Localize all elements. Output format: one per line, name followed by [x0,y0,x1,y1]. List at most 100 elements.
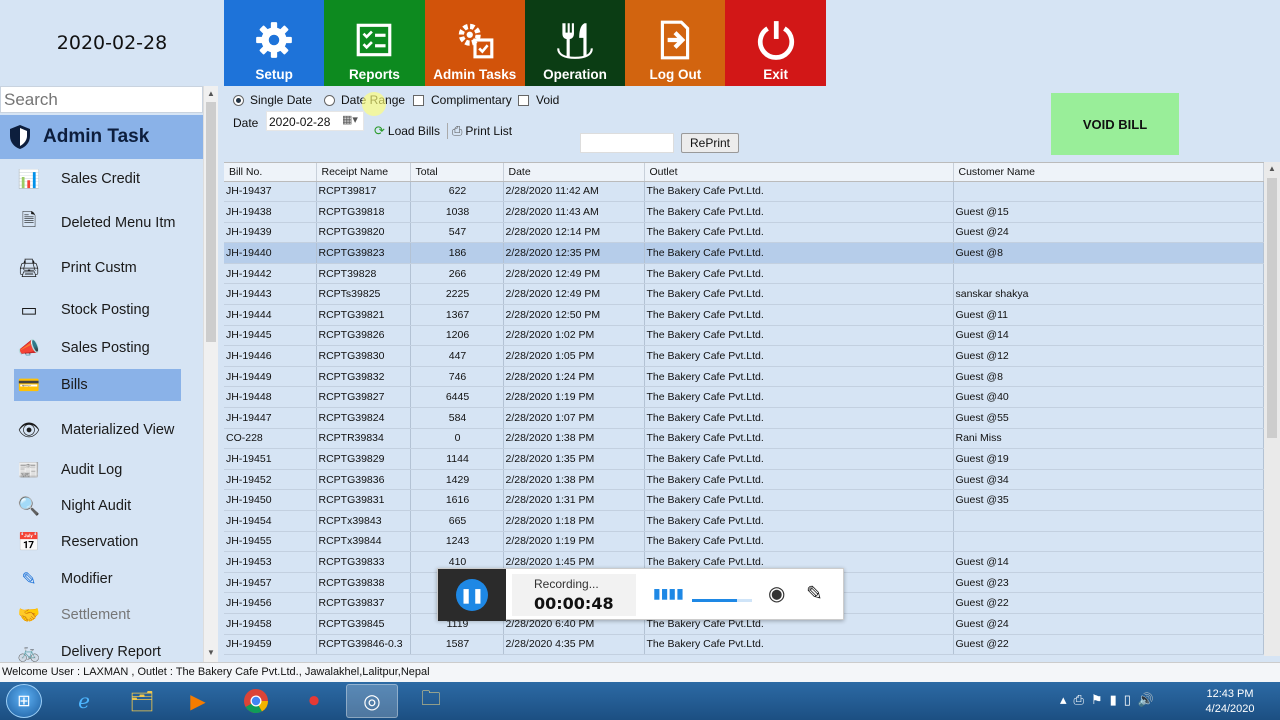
toolbar-separator [447,123,448,139]
sidebar-item-bills[interactable]: 💳 Bills [14,369,181,401]
sidebar-item-materialized-view[interactable]: 👁 Materialized View [14,414,181,446]
table-cell [953,510,1264,532]
column-header-receipt-name[interactable]: Receipt Name [316,163,411,182]
table-row[interactable]: JH-19449 RCPTG39832 746 2/28/2020 1:24 PM Th… [224,366,1264,388]
sidebar-item-reservation[interactable]: 📅 Reservation [14,526,181,558]
pen-icon[interactable]: ✎ [806,581,823,606]
table-cell: 1038 [410,201,504,223]
table-row[interactable]: JH-19442 RCPT39828 266 2/28/2020 12:49 PM Th… [224,263,1264,285]
scroll-up-icon[interactable]: ▲ [207,89,215,98]
table-cell: JH-19448 [224,386,317,409]
calendar-dropdown-icon[interactable]: ▦▾ [342,113,358,126]
table-row[interactable]: JH-19444 RCPTG39821 1367 2/28/2020 12:50 PM… [224,304,1264,326]
admin-task-header: Admin Task [0,115,203,159]
table-cell: JH-19458 [224,613,317,635]
table-row[interactable]: JH-19459 RCPTG39846-0.3 1587 2/28/2020 4:35… [224,634,1264,656]
table-cell: 2225 [410,283,504,306]
search-input[interactable] [0,86,203,113]
notes-app-icon[interactable]: 🗀 [405,684,457,718]
sidebar-item-stock-posting[interactable]: ▭ Stock Posting [14,294,181,326]
logout-button[interactable]: Log Out [625,0,726,86]
reprint-button[interactable]: RePrint [681,133,739,153]
operation-button[interactable]: Operation [524,0,626,86]
table-row[interactable]: JH-19437 RCPT39817 622 2/28/2020 11:42 AM Th… [224,181,1264,203]
media-player-icon[interactable]: ▶ [172,684,224,718]
print-list-label: Print List [465,124,513,138]
sidebar-scrollbar[interactable]: ▲ ▼ [203,86,218,662]
windows-start-button[interactable]: ⊞ [6,684,42,718]
sidebar-scroll-thumb[interactable] [206,102,216,342]
table-header-row: Bill No. Receipt Name Total Date Outlet … [224,163,1264,182]
webcam-icon[interactable]: ◉ [768,581,785,606]
exit-button[interactable]: Exit [725,0,826,86]
logout-label: Log Out [649,67,702,82]
sidebar-item-night-audit[interactable]: 🔍 Night Audit [14,490,181,522]
table-cell: RCPTG39821 [316,304,411,326]
file-explorer-icon[interactable]: 🗂 [116,684,168,718]
column-header-date[interactable]: Date [503,163,645,182]
chrome-icon[interactable] [230,684,282,718]
sidebar-item-sales-posting[interactable]: 📣 Sales Posting [14,332,181,364]
complimentary-checkbox[interactable]: Complimentary [413,93,512,107]
table-row[interactable]: JH-19452 RCPTG39836 1429 2/28/2020 1:38 PM T… [224,469,1264,491]
table-cell: 746 [410,366,504,388]
sidebar-item-delivery-report[interactable]: 🚲 Delivery Report [14,636,181,662]
single-date-radio[interactable]: Single Date [233,93,312,107]
table-cell: 584 [410,407,504,429]
pause-recording-button[interactable]: ❚❚ [438,569,506,621]
sidebar-item-sales-credit[interactable]: 📊 Sales Credit [14,163,181,195]
bill-filter-panel: Single Date Date Range Complimentary Voi… [224,86,1280,160]
pos-app-icon[interactable]: ◎ [346,684,398,718]
sidebar-item-deleted-menu-itm[interactable]: 🗎 Deleted Menu Itm [14,207,181,239]
table-row[interactable]: JH-19443 RCPTs39825 2225 2/28/2020 12:49 PM… [224,283,1264,306]
table-scrollbar[interactable]: ▲ [1264,162,1280,656]
table-scroll-thumb[interactable] [1267,178,1277,438]
setup-button[interactable]: Setup [224,0,325,86]
admin-tasks-button[interactable]: Admin Tasks [424,0,525,86]
void-bill-button[interactable]: VOID BILL [1051,93,1179,155]
gears-icon [458,23,494,59]
log-icon: 📰 [17,459,41,480]
internet-explorer-icon[interactable]: ℯ [58,684,110,718]
volume-slider[interactable] [692,599,752,602]
column-header-bill-no[interactable]: Bill No. [224,163,317,182]
table-row[interactable]: JH-19446 RCPTG39830 447 2/28/2020 1:05 PM Th… [224,345,1264,367]
screen-recorder-app-icon[interactable]: ⏺ [288,684,340,718]
column-header-customer-name[interactable]: Customer Name [953,163,1264,182]
column-header-total[interactable]: Total [410,163,504,182]
table-cell: The Bakery Cafe Pvt.Ltd. [644,428,954,450]
table-cell: sanskar shakya [953,283,1264,306]
table-row[interactable]: JH-19438 RCPTG39818 1038 2/28/2020 11:43 AM… [224,201,1264,223]
table-cell: RCPTG39820 [316,222,411,244]
sidebar-item-settlement[interactable]: 🤝 Settlement [14,599,181,631]
sidebar-item-label: Night Audit [61,498,132,514]
table-row[interactable]: JH-19447 RCPTG39824 584 2/28/2020 1:07 PM Th… [224,407,1264,429]
table-cell: 547 [410,222,504,244]
table-row[interactable]: JH-19439 RCPTG39820 547 2/28/2020 12:14 PM T… [224,222,1264,244]
load-bills-button[interactable]: ⟳ Load Bills [374,123,440,139]
table-cell: 266 [410,263,504,285]
table-row[interactable]: JH-19448 RCPTG39827 6445 2/28/2020 1:19 PM T… [224,386,1264,409]
sidebar-item-audit-log[interactable]: 📰 Audit Log [14,454,181,486]
table-cell: 1367 [410,304,504,326]
table-row[interactable]: JH-19440 RCPTG39823 186 2/28/2020 12:35 PM T… [224,242,1264,264]
table-cell: JH-19452 [224,469,317,491]
table-row[interactable]: JH-19455 RCPTx39844 1243 2/28/2020 1:19 PM T… [224,531,1264,553]
scroll-down-icon[interactable]: ▼ [207,648,215,657]
sidebar-item-print-custm[interactable]: 🖨 Print Custm [14,252,181,284]
scroll-up-icon[interactable]: ▲ [1268,164,1276,173]
reports-button[interactable]: Reports [324,0,425,86]
column-header-outlet[interactable]: Outlet [644,163,954,182]
table-row[interactable]: JH-19451 RCPTG39829 1144 2/28/2020 1:35 PM T… [224,448,1264,470]
sidebar-item-modifier[interactable]: ✎ Modifier [14,563,181,595]
void-checkbox[interactable]: Void [518,93,559,107]
table-row[interactable]: JH-19445 RCPTG39826 1206 2/28/2020 1:02 PM T… [224,325,1264,347]
reprint-bill-input[interactable] [580,133,674,153]
table-row[interactable]: JH-19454 RCPTx39843 665 2/28/2020 1:18 PM Th… [224,510,1264,532]
table-row[interactable]: CO-228 RCPTR39834 0 2/28/2020 1:38 PM The Ba… [224,428,1264,450]
print-list-button[interactable]: ⎙ Print List [452,123,512,139]
table-row[interactable]: JH-19450 RCPTG39831 1616 2/28/2020 1:31 PM T… [224,489,1264,511]
table-cell: 2/28/2020 1:31 PM [503,489,645,511]
taskbar-clock[interactable]: 12:43 PM 4/24/2020 [1200,687,1260,717]
system-tray-icons[interactable]: ▴⎙⚑▮▯🔊 [1060,692,1161,708]
